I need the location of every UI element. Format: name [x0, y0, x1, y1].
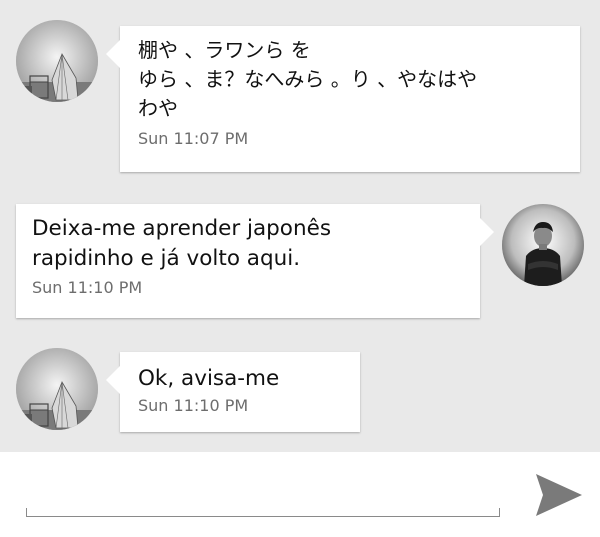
send-button[interactable] [534, 472, 584, 518]
message-bubble[interactable]: 棚や 、ラワンら を ゆら 、ま？なへみら 。り 、やなはや わや Sun 11… [106, 26, 580, 172]
send-icon [536, 474, 582, 516]
message-timestamp: Sun 11:10 PM [138, 396, 249, 415]
message-composer [0, 452, 600, 537]
bubble-tail [106, 40, 120, 68]
message-bubble[interactable]: Ok, avisa-me Sun 11:10 PM [106, 352, 360, 432]
chat-screen: 棚や 、ラワンら を ゆら 、ま？なへみら 。り 、やなはや わや Sun 11… [0, 0, 600, 537]
bubble-tail [106, 366, 120, 394]
tent-avatar[interactable] [16, 20, 98, 102]
message-text: 棚や 、ラワンら を ゆら 、ま？なへみら 。り 、やなはや わや [138, 38, 478, 120]
message-timestamp: Sun 11:10 PM [32, 278, 143, 297]
message-text: Deixa-me aprender japonês rapidinho e já… [32, 216, 332, 271]
message-text: Ok, avisa-me [138, 366, 280, 391]
input-underline [26, 508, 500, 517]
person-avatar[interactable] [502, 204, 584, 286]
message-input[interactable] [30, 474, 500, 510]
message-timestamp: Sun 11:07 PM [138, 129, 249, 148]
tent-avatar[interactable] [16, 348, 98, 430]
bubble-tail [480, 218, 494, 246]
message-bubble[interactable]: Deixa-me aprender japonês rapidinho e já… [16, 204, 494, 318]
